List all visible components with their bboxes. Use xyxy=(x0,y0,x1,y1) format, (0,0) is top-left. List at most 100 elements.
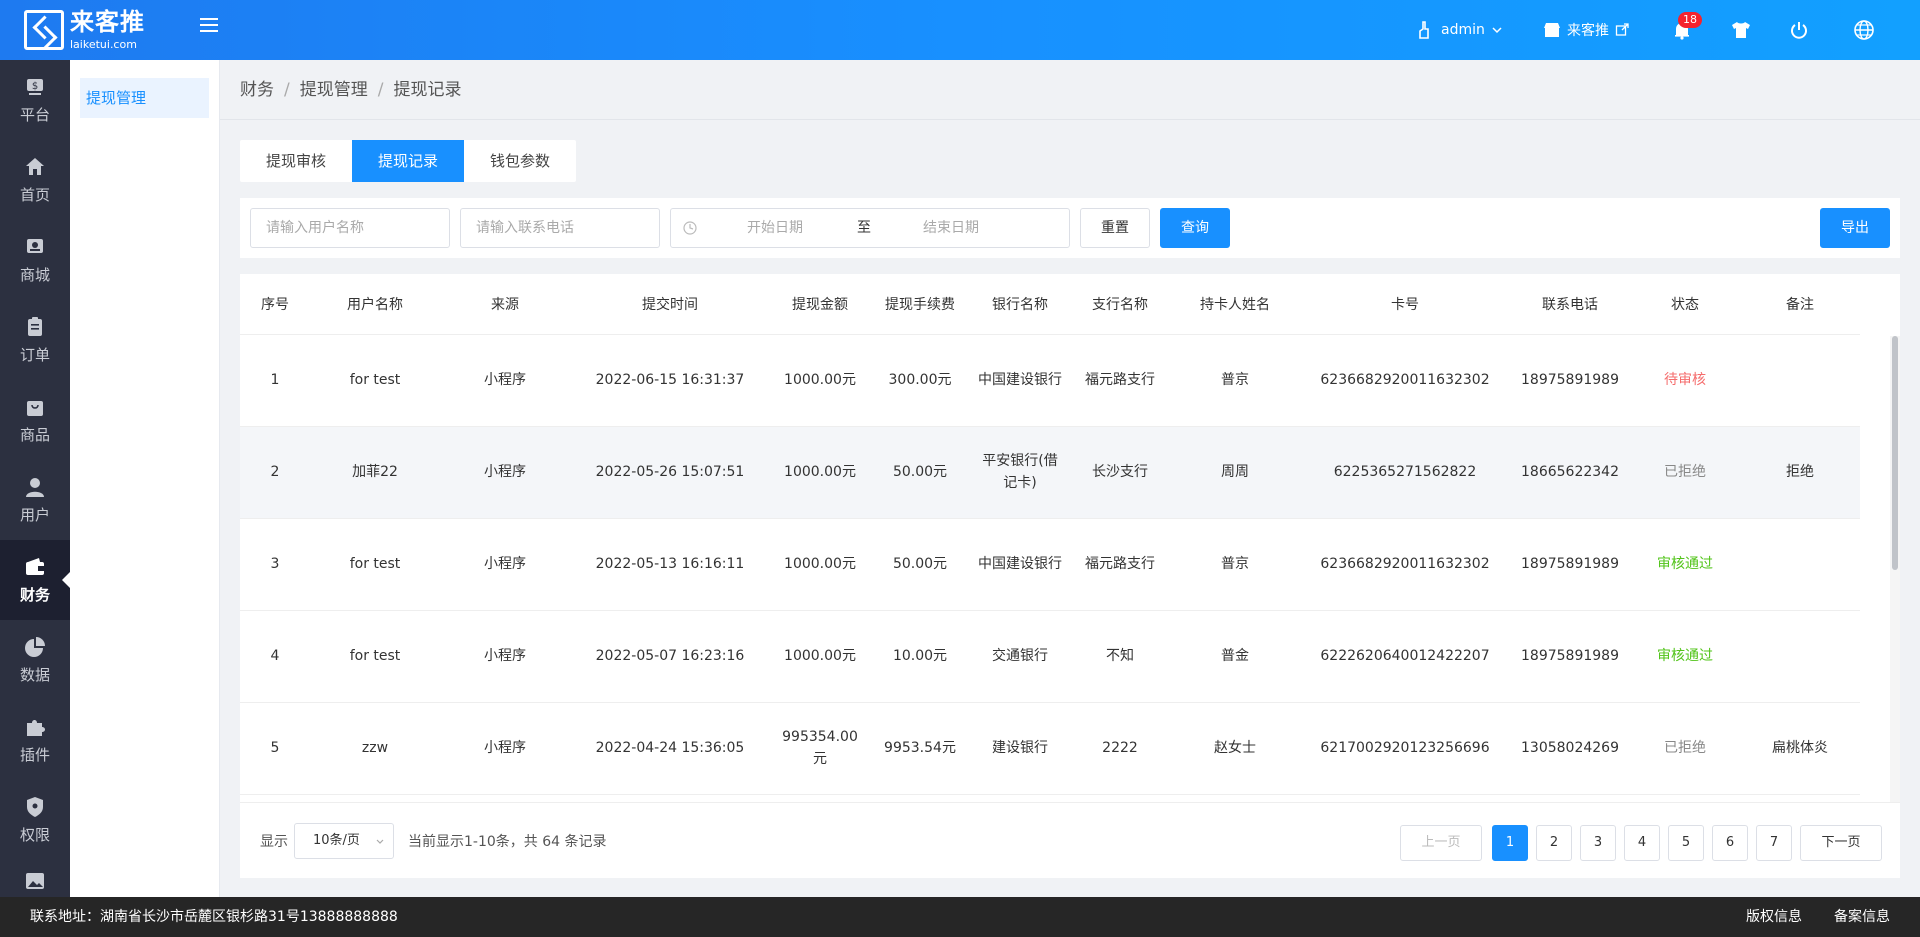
page-button[interactable]: 3 xyxy=(1580,825,1616,861)
puzzle-icon xyxy=(27,719,45,736)
table-row[interactable]: 3 for test 小程序 2022-05-13 16:16:11 1000.… xyxy=(240,518,1860,611)
table-row[interactable]: 2 加菲22 小程序 2022-05-26 15:07:51 1000.00元 … xyxy=(240,426,1860,519)
cell-note xyxy=(1740,334,1860,427)
cell-card: 6222620640012422207 xyxy=(1300,610,1510,703)
export-button[interactable]: 导出 xyxy=(1820,208,1890,248)
page-size-select[interactable]: 10条/页 xyxy=(294,823,394,859)
power-icon xyxy=(1791,22,1807,39)
table-header-row: 序号 用户名称 来源 提交时间 提现金额 提现手续费 银行名称 支行名称 持卡人… xyxy=(240,274,1860,335)
icp-link[interactable]: 备案信息 xyxy=(1834,897,1890,937)
store-link[interactable]: 来客推 xyxy=(1543,0,1629,60)
logout-button[interactable] xyxy=(1789,0,1809,60)
user-icon xyxy=(26,477,44,497)
dollar-icon: $ xyxy=(27,78,43,95)
cell-status: 已拒绝 xyxy=(1630,426,1740,519)
page-button[interactable]: 1 xyxy=(1492,825,1528,861)
copyright-link[interactable]: 版权信息 xyxy=(1746,897,1802,937)
cell-phone: 18665622342 xyxy=(1510,426,1630,519)
phone-input[interactable]: 请输入联系电话 xyxy=(460,208,660,248)
theme-button[interactable] xyxy=(1730,0,1752,60)
notification-button[interactable]: 18 xyxy=(1672,0,1702,60)
column-header: 联系电话 xyxy=(1510,274,1630,335)
table-scrollbar[interactable] xyxy=(1890,336,1900,802)
cell-user: 加菲22 xyxy=(310,426,440,519)
cell-card: 6236682920011632302 xyxy=(1300,518,1510,611)
cell-branch: 福元路支行 xyxy=(1070,518,1170,611)
page-button[interactable]: 2 xyxy=(1536,825,1572,861)
sidebar-item-platform[interactable]: $ 平台 xyxy=(0,60,70,140)
page-button[interactable]: 4 xyxy=(1624,825,1660,861)
sidebar-item-label: 首页 xyxy=(19,185,50,204)
breadcrumb-item[interactable]: 财务 xyxy=(240,80,274,100)
cell-fee: 50.00元 xyxy=(870,426,970,519)
column-header: 提现金额 xyxy=(770,274,870,335)
filter-bar: 请输入用户名称 请输入联系电话 开始日期 至 结束日期 重置 查询 导出 xyxy=(240,198,1900,258)
cell-note: 扁桃体炎 xyxy=(1740,702,1860,795)
pagination-bar: 显示 10条/页 当前显示1-10条，共 64 条记录 上一页 1 2 3 4 … xyxy=(240,802,1900,878)
cell-note xyxy=(1740,518,1860,611)
cell-bank: 建设银行 xyxy=(970,702,1070,795)
end-date-input[interactable]: 结束日期 xyxy=(923,209,979,247)
next-page-button[interactable]: 下一页 xyxy=(1800,825,1882,861)
column-header: 用户名称 xyxy=(310,274,440,335)
breadcrumb-item[interactable]: 提现管理 xyxy=(300,80,368,100)
cell-amount: 1000.00元 xyxy=(770,426,870,519)
breadcrumb: 财务 / 提现管理 / 提现记录 xyxy=(220,60,1920,120)
footer-address: 联系地址：湖南省长沙市岳麓区银杉路31号13888888888 xyxy=(30,909,398,925)
date-range-picker[interactable]: 开始日期 至 结束日期 xyxy=(670,208,1070,248)
pie-chart-icon xyxy=(25,636,45,657)
table-row[interactable]: 1 for test 小程序 2022-06-15 16:31:37 1000.… xyxy=(240,334,1860,427)
page-button[interactable]: 6 xyxy=(1712,825,1748,861)
start-date-input[interactable]: 开始日期 xyxy=(747,209,803,247)
subnav-withdraw-management[interactable]: 提现管理 xyxy=(80,78,209,118)
prev-page-button[interactable]: 上一页 xyxy=(1400,825,1482,861)
sidebar-item-permissions[interactable]: 权限 xyxy=(0,780,70,860)
cell-holder: 周周 xyxy=(1170,426,1300,519)
scrollbar-thumb[interactable] xyxy=(1892,336,1898,570)
cell-holder: 普京 xyxy=(1170,518,1300,611)
tab-wallet-params[interactable]: 钱包参数 xyxy=(464,140,576,182)
date-range-separator: 至 xyxy=(857,220,871,236)
sidebar-item-store[interactable]: 商城 xyxy=(0,220,70,300)
sidebar-item-products[interactable]: 商品 xyxy=(0,380,70,460)
sidebar-item-finance[interactable]: 财务 xyxy=(0,540,70,620)
cell-note: 拒绝 xyxy=(1740,426,1860,519)
cell-time: 2022-06-15 16:31:37 xyxy=(570,334,770,427)
column-header: 提交时间 xyxy=(570,274,770,335)
table-row[interactable]: 5 zzw 小程序 2022-04-24 15:36:05 995354.00元… xyxy=(240,702,1860,795)
sidebar-item-orders[interactable]: 订单 xyxy=(0,300,70,380)
cell-phone: 18975891989 xyxy=(1510,334,1630,427)
sidebar-item-data[interactable]: 数据 xyxy=(0,620,70,700)
cell-bank: 交通银行 xyxy=(970,610,1070,703)
sidebar-item-image[interactable] xyxy=(0,860,70,897)
cell-fee: 300.00元 xyxy=(870,334,970,427)
cell-time: 2022-04-24 15:36:05 xyxy=(570,702,770,795)
query-button[interactable]: 查询 xyxy=(1160,208,1230,248)
page-button[interactable]: 5 xyxy=(1668,825,1704,861)
tab-withdraw-review[interactable]: 提现审核 xyxy=(240,140,352,182)
shirt-icon xyxy=(1732,22,1750,38)
sidebar-item-home[interactable]: 首页 xyxy=(0,140,70,220)
page-button[interactable]: 7 xyxy=(1756,825,1792,861)
username-input[interactable]: 请输入用户名称 xyxy=(250,208,450,248)
cell-no: 5 xyxy=(240,702,310,795)
cell-amount: 1000.00元 xyxy=(770,334,870,427)
tab-withdraw-records[interactable]: 提现记录 xyxy=(352,140,464,182)
menu-toggle-icon[interactable] xyxy=(200,18,218,34)
sidebar-item-plugins[interactable]: 插件 xyxy=(0,700,70,780)
column-header: 持卡人姓名 xyxy=(1170,274,1300,335)
column-header: 状态 xyxy=(1630,274,1740,335)
cell-amount: 1000.00元 xyxy=(770,610,870,703)
reset-button[interactable]: 重置 xyxy=(1080,208,1150,248)
cell-time: 2022-05-07 16:23:16 xyxy=(570,610,770,703)
cell-time: 2022-05-13 16:16:11 xyxy=(570,518,770,611)
table-row[interactable]: 4 for test 小程序 2022-05-07 16:23:16 1000.… xyxy=(240,610,1860,703)
sidebar-item-users[interactable]: 用户 xyxy=(0,460,70,540)
language-button[interactable] xyxy=(1853,0,1875,60)
user-menu[interactable]: admin xyxy=(1415,0,1503,60)
sidebar-item-label: 用户 xyxy=(19,505,50,524)
sidebar-item-label: 权限 xyxy=(19,825,50,844)
column-header: 卡号 xyxy=(1300,274,1510,335)
logo[interactable]: 来客推 laiketui.com xyxy=(24,8,184,54)
cell-status: 已拒绝 xyxy=(1630,702,1740,795)
